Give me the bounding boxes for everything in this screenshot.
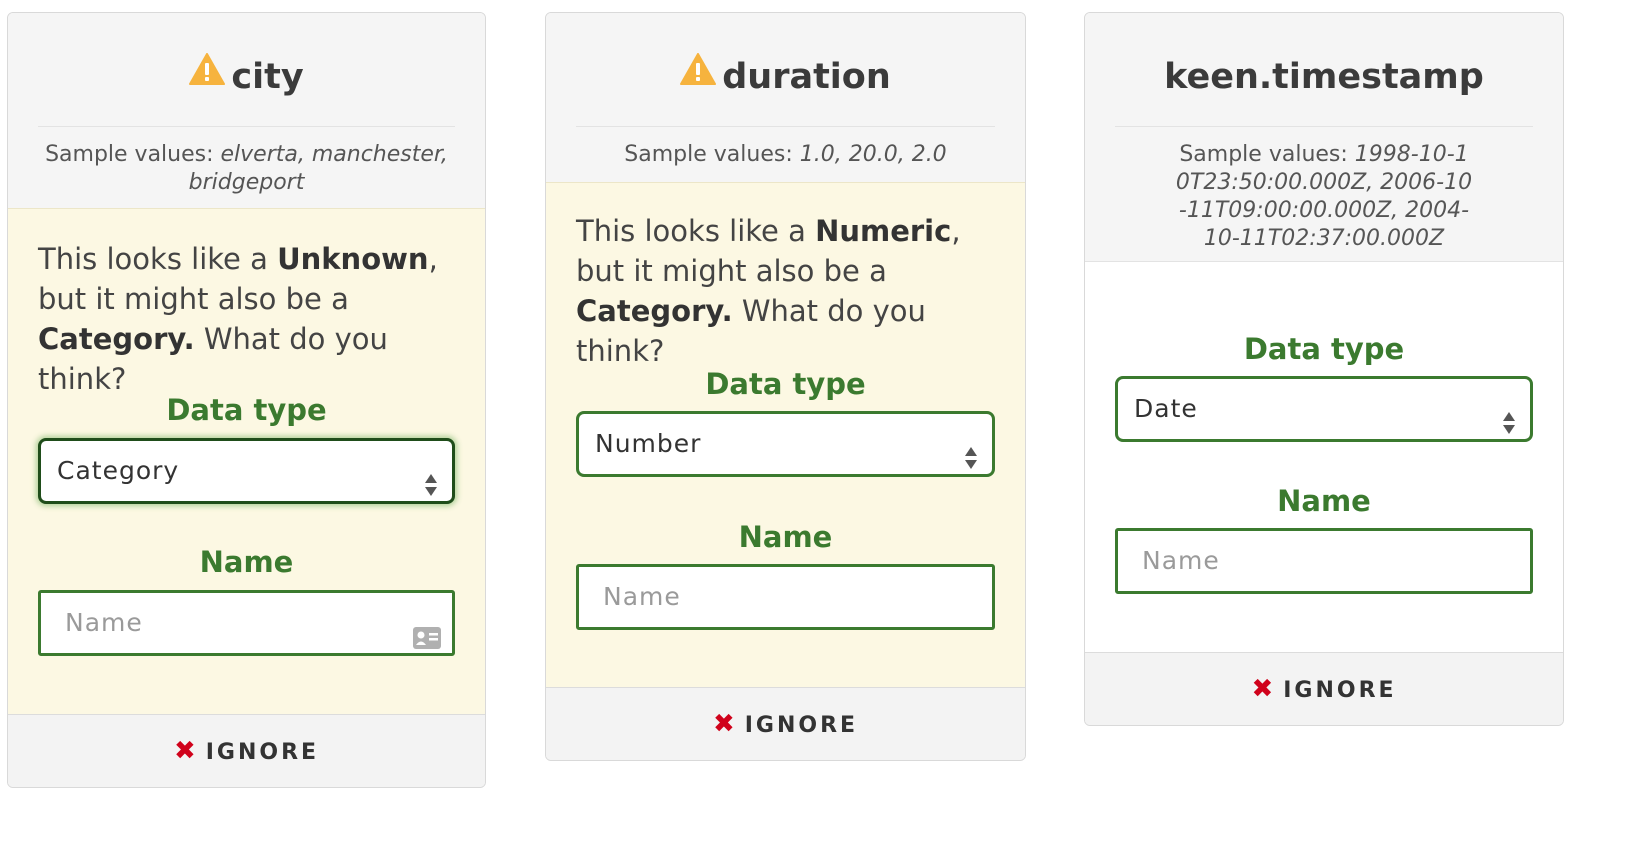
- sample-values-list: elverta, manchester, bridgeport: [188, 142, 448, 195]
- type-question: This looks like a Numeric, but it might …: [576, 211, 1001, 371]
- field-title: city: [8, 53, 485, 102]
- close-icon: ✖: [173, 736, 196, 766]
- sample-values: Sample values: 1998-10-10T23:50:00.000Z,…: [1175, 141, 1473, 253]
- data-type-value: Category: [57, 456, 180, 485]
- sample-values-label: Sample values:: [624, 142, 793, 167]
- data-type-label: Data type: [1243, 332, 1405, 366]
- card-header: keen.timestamp Sample values: 1998-10-10…: [1085, 13, 1563, 261]
- data-type-select[interactable]: Category: [38, 438, 455, 504]
- ignore-button[interactable]: ✖ IGNORE: [1085, 652, 1563, 725]
- field-title: keen.timestamp: [1085, 53, 1563, 101]
- divider: [1115, 126, 1533, 127]
- contact-card-icon[interactable]: [412, 612, 442, 672]
- divider: [38, 126, 455, 127]
- name-label: Name: [1277, 484, 1371, 518]
- field-card-keen-timestamp: keen.timestamp Sample values: 1998-10-10…: [1084, 12, 1564, 726]
- ignore-button[interactable]: ✖ IGNORE: [546, 687, 1025, 760]
- ignore-button[interactable]: ✖ IGNORE: [8, 714, 485, 787]
- name-label: Name: [738, 520, 833, 554]
- data-type-label: Data type: [166, 393, 327, 427]
- field-card-duration: duration Sample values: 1.0, 20.0, 2.0 T…: [545, 12, 1026, 761]
- ignore-label: IGNORE: [205, 740, 320, 765]
- guessed-type: Unknown: [277, 242, 429, 276]
- guessed-type: Numeric: [815, 214, 952, 248]
- name-label: Name: [199, 545, 294, 579]
- close-icon: ✖: [712, 709, 735, 739]
- warning-triangle-icon: [680, 50, 717, 98]
- ignore-label: IGNORE: [1283, 678, 1397, 703]
- divider: [576, 126, 995, 127]
- field-name: keen.timestamp: [1164, 57, 1484, 97]
- sample-values: Sample values: 1.0, 20.0, 2.0: [576, 141, 995, 169]
- name-placeholder: Name: [1142, 546, 1220, 575]
- type-suggestion-panel: This looks like a Numeric, but it might …: [546, 182, 1025, 688]
- data-type-select[interactable]: Number: [576, 411, 995, 477]
- name-placeholder: Name: [603, 582, 681, 611]
- field-name: duration: [722, 57, 891, 97]
- close-icon: ✖: [1251, 674, 1274, 704]
- name-input[interactable]: Name: [1115, 528, 1533, 594]
- type-panel: Data type Date Name Name: [1085, 261, 1563, 653]
- sample-values-list: 1.0, 20.0, 2.0: [799, 142, 947, 167]
- select-arrows-icon: [424, 460, 438, 520]
- card-header: city Sample values: elverta, manchester,…: [8, 13, 485, 209]
- ignore-label: IGNORE: [744, 713, 859, 738]
- field-name: city: [231, 57, 304, 97]
- name-placeholder: Name: [65, 608, 143, 637]
- type-question: This looks like a Unknown, but it might …: [38, 239, 461, 399]
- question-text: This looks like a: [38, 242, 278, 276]
- name-input[interactable]: Name: [576, 564, 995, 630]
- data-type-select[interactable]: Date: [1115, 376, 1533, 442]
- sample-values-label: Sample values:: [45, 142, 214, 167]
- alternative-type: Category.: [576, 294, 733, 328]
- warning-triangle-icon: [189, 50, 226, 98]
- type-suggestion-panel: This looks like a Unknown, but it might …: [8, 208, 485, 715]
- data-type-label: Data type: [705, 367, 866, 401]
- sample-values: Sample values: elverta, manchester, brid…: [38, 141, 455, 197]
- sample-values-label: Sample values:: [1179, 142, 1348, 167]
- field-title: duration: [546, 53, 1025, 102]
- alternative-type: Category.: [38, 322, 195, 356]
- data-type-value: Number: [595, 429, 702, 458]
- card-header: duration Sample values: 1.0, 20.0, 2.0: [546, 13, 1025, 183]
- data-type-value: Date: [1134, 394, 1198, 423]
- field-card-city: city Sample values: elverta, manchester,…: [7, 12, 486, 788]
- name-input[interactable]: Name: [38, 590, 455, 656]
- select-arrows-icon: [964, 433, 978, 493]
- question-text: This looks like a: [576, 214, 816, 248]
- select-arrows-icon: [1502, 398, 1516, 458]
